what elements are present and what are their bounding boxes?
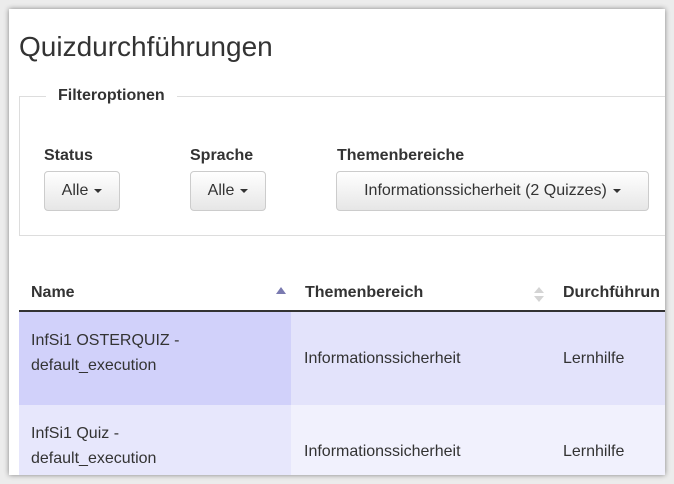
language-filter-dropdown[interactable]: Alle xyxy=(190,171,266,211)
column-header-topic[interactable]: Themenbereich xyxy=(305,279,423,310)
table-row[interactable]: InfSi1 OSTERQUIZ - default_execution Inf… xyxy=(19,312,665,405)
quiz-execution-line: default_execution xyxy=(31,450,157,467)
table-header: Name Themenbereich Durchführun xyxy=(19,279,665,312)
cell-topic: Informationssicherheit xyxy=(304,443,461,460)
cell-execution-type: Lernhilfe xyxy=(563,350,625,367)
status-filter-label: Status xyxy=(44,147,93,164)
filter-options-panel: Filteroptionen Status Alle Sprache Alle … xyxy=(19,87,665,236)
page: Quizdurchführungen Filteroptionen Status… xyxy=(9,9,665,475)
quiz-name-line: InfSi1 Quiz - xyxy=(31,425,120,442)
cell-topic: Informationssicherheit xyxy=(304,350,461,367)
sort-both-icon[interactable] xyxy=(534,287,544,303)
caret-down-icon xyxy=(612,189,621,193)
cell-name[interactable]: InfSi1 Quiz - default_execution xyxy=(19,405,291,475)
table-row[interactable]: InfSi1 Quiz - default_execution Informat… xyxy=(19,405,665,475)
language-filter-label: Sprache xyxy=(190,147,254,164)
status-filter-dropdown[interactable]: Alle xyxy=(44,171,120,211)
cell-execution-type: Lernhilfe xyxy=(563,443,625,460)
caret-down-icon xyxy=(94,189,103,193)
quiz-executions-table: Name Themenbereich Durchführun InfSi1 OS… xyxy=(19,279,665,475)
quiz-name-line: InfSi1 OSTERQUIZ - xyxy=(31,332,180,349)
status-filter-value: Alle xyxy=(61,182,89,199)
column-header-name[interactable]: Name xyxy=(31,279,75,310)
cell-name[interactable]: InfSi1 OSTERQUIZ - default_execution xyxy=(19,312,291,405)
topics-filter-label: Themenbereiche xyxy=(337,147,465,164)
topics-filter-value: Informationssicherheit (2 Quizzes) xyxy=(364,182,607,199)
quiz-execution-line: default_execution xyxy=(31,357,157,374)
caret-down-icon xyxy=(240,189,249,193)
filter-options-legend: Filteroptionen xyxy=(46,87,177,105)
language-filter-value: Alle xyxy=(207,182,235,199)
page-title: Quizdurchführungen xyxy=(19,31,273,62)
topics-filter-dropdown[interactable]: Informationssicherheit (2 Quizzes) xyxy=(336,171,649,211)
sort-ascending-icon[interactable] xyxy=(276,287,286,294)
column-header-execution-type[interactable]: Durchführun xyxy=(563,279,660,310)
